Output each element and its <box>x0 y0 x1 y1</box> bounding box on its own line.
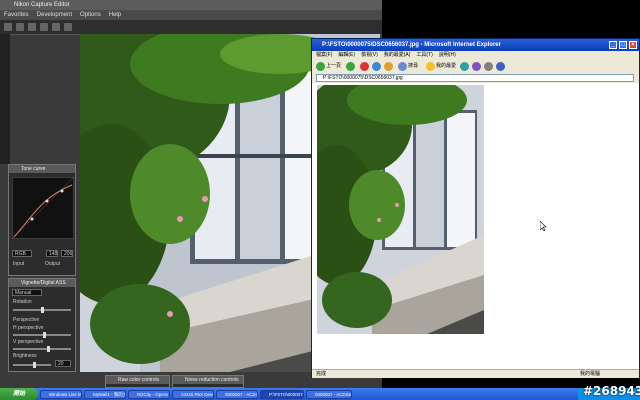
menu-help-ie[interactable]: 說明(H) <box>439 51 456 59</box>
mode-select[interactable]: Manual <box>12 289 42 296</box>
v-perspective-slider[interactable] <box>13 346 71 352</box>
menu-tools[interactable]: 工具(T) <box>416 51 432 59</box>
menu-edit[interactable]: 編輯(E) <box>338 51 355 59</box>
search-label[interactable]: 搜尋 <box>408 62 418 71</box>
task-developer[interactable]: ASUS P5X Developer <box>172 390 214 399</box>
brightness-label: Brightness <box>13 353 37 359</box>
ie-status-bar: 完成 我的電腦 <box>312 369 639 378</box>
brightness-value-field[interactable]: 20 <box>55 360 71 367</box>
edit-icon[interactable] <box>496 62 505 71</box>
menu-help[interactable]: Help <box>109 10 121 20</box>
stop-icon[interactable] <box>360 62 369 71</box>
close-button[interactable]: × <box>629 41 637 49</box>
tone-curve-graph[interactable] <box>12 177 74 239</box>
save-icon[interactable] <box>16 23 24 31</box>
rotation-label: Rotation <box>13 299 32 305</box>
channel-select[interactable]: RGB <box>12 250 32 257</box>
menu-development[interactable]: Development <box>37 10 72 20</box>
refresh-icon[interactable] <box>372 62 381 71</box>
rotate-icon[interactable] <box>64 23 72 31</box>
menu-favorites[interactable]: Favorites <box>4 10 29 20</box>
ie-toolbar: 上一頁 搜尋 我的最愛 <box>312 59 639 74</box>
vignette-panel: Vignette/Digital ASS Manual Rotation Per… <box>8 278 76 372</box>
menu-options[interactable]: Options <box>80 10 101 20</box>
address-input[interactable]: P:\FSTO\0000075\DSC0656037.jpg <box>316 74 634 82</box>
input-label: Input <box>13 261 25 267</box>
output-label: Output <box>45 261 61 267</box>
tone-curve-panel: Tone curve RGB 148 206 Input Output <box>8 164 76 276</box>
menu-view[interactable]: 檢視(V) <box>361 51 378 59</box>
v-perspective-label: V perspective <box>13 339 44 345</box>
search-icon[interactable] <box>398 62 407 71</box>
mouse-cursor-icon <box>540 221 547 231</box>
menu-file[interactable]: 檔案(F) <box>316 51 332 59</box>
home-icon[interactable] <box>384 62 393 71</box>
menu-favorites-ie[interactable]: 我的最愛(A) <box>384 51 411 59</box>
h-perspective-slider[interactable] <box>13 332 71 338</box>
rotation-slider[interactable] <box>13 307 71 313</box>
vignette-panel-title: Vignette/Digital ASS <box>9 279 75 287</box>
ie-menu-bar: 檔案(F) 編輯(E) 檢視(V) 我的最愛(A) 工具(T) 說明(H) <box>312 51 639 59</box>
crop-icon[interactable] <box>52 23 60 31</box>
perspective-label: Perspective <box>13 317 40 323</box>
open-icon[interactable] <box>4 23 12 31</box>
output-value-field[interactable]: 206 <box>61 250 73 257</box>
minimize-button[interactable]: _ <box>609 41 617 49</box>
start-button[interactable]: 開始 <box>0 388 38 400</box>
task-mymail[interactable]: MyMail1 - 我的文件 <box>84 390 126 399</box>
brightness-slider[interactable] <box>13 362 51 368</box>
editor-tool-strip <box>0 34 10 164</box>
editor-title-bar: Nikon Capture Editor <box>0 0 382 10</box>
displayed-photo <box>317 85 484 334</box>
task-opera[interactable]: RDCity - Opera PC(Ab) <box>128 390 170 399</box>
task-ie-image[interactable]: P:\FSTO\0000075DSC <box>260 390 304 399</box>
ie-title: P:\FSTO\0000075\DSC0656037.jpg - Microso… <box>322 42 501 48</box>
noise-reduction-panel: Noise reduction controls <box>172 375 244 388</box>
editor-menu-bar: Favorites Development Options Help <box>0 10 382 20</box>
watermark: #268943 <box>583 384 640 398</box>
maximize-button[interactable]: □ <box>619 41 627 49</box>
back-icon[interactable] <box>316 62 325 71</box>
noise-reduction-panel-title[interactable]: Noise reduction controls <box>173 376 243 384</box>
h-perspective-label: H perspective <box>13 325 44 331</box>
task-acdsee[interactable]: 0000007 - ACDSee 10 <box>306 390 352 399</box>
zoom-icon[interactable] <box>28 23 36 31</box>
history-icon[interactable] <box>460 62 469 71</box>
forward-icon[interactable] <box>346 62 355 71</box>
ie-content-area <box>312 83 639 369</box>
tone-curve-title: Tone curve <box>9 165 75 173</box>
task-acdsee-pro[interactable]: 0000007 - ACDSee Pro 3 <box>216 390 258 399</box>
raw-color-panel-title[interactable]: Raw color controls <box>106 376 169 384</box>
ie-window: P:\FSTO\0000075\DSC0656037.jpg - Microso… <box>311 38 640 378</box>
print-icon[interactable] <box>484 62 493 71</box>
input-value-field[interactable]: 148 <box>46 250 58 257</box>
hand-icon[interactable] <box>40 23 48 31</box>
raw-color-panel: Raw color controls <box>105 375 170 388</box>
desktop-background <box>382 0 640 38</box>
status-text: 完成 <box>316 371 327 377</box>
status-zone: 我的電腦 <box>580 371 601 377</box>
favorites-icon[interactable] <box>426 62 435 71</box>
editor-title: Nikon Capture Editor <box>14 2 70 8</box>
favorites-label[interactable]: 我的最愛 <box>436 62 456 71</box>
ie-title-bar: P:\FSTO\0000075\DSC0656037.jpg - Microso… <box>312 39 639 51</box>
editor-toolbar <box>0 20 382 35</box>
task-messenger[interactable]: Windows Live Messenger <box>40 390 82 399</box>
back-label[interactable]: 上一頁 <box>326 62 341 71</box>
mail-icon[interactable] <box>472 62 481 71</box>
